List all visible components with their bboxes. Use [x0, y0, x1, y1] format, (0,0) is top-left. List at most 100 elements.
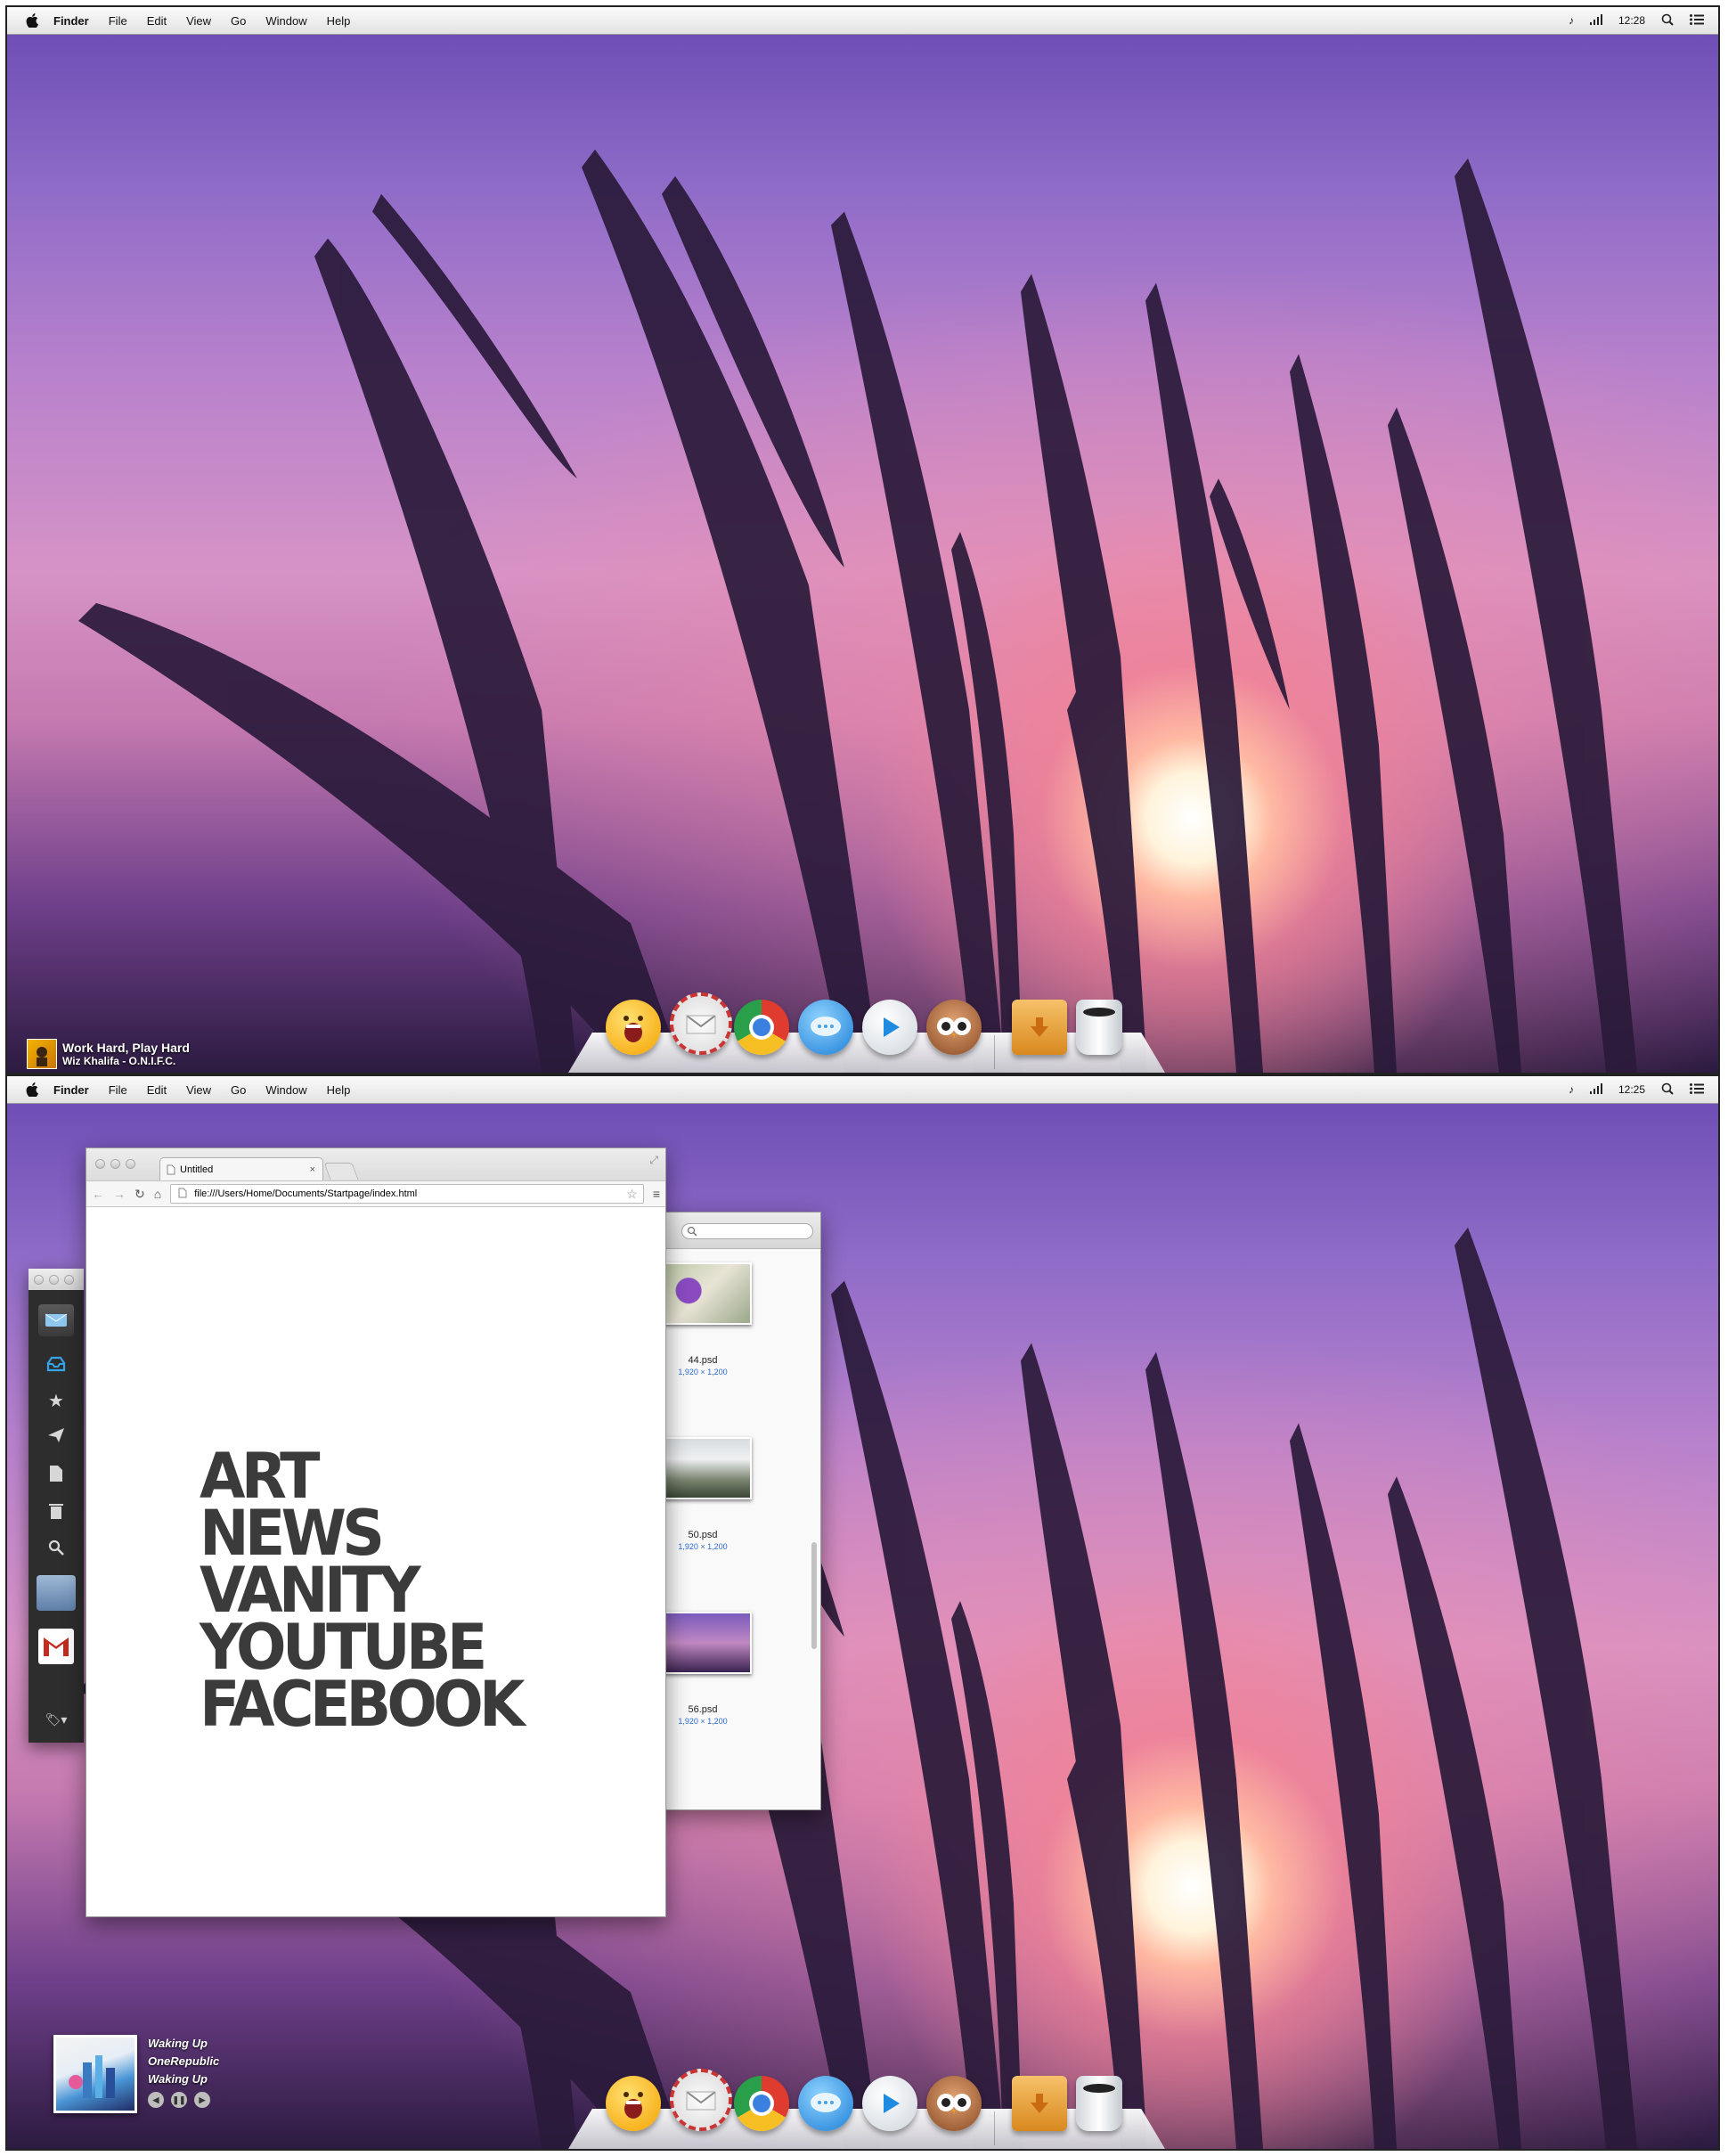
mail-titlebar: [29, 1269, 84, 1290]
apple-logo-icon[interactable]: [25, 1082, 39, 1098]
menu-hamburger-icon[interactable]: ≡: [653, 1187, 660, 1201]
chrome-icon[interactable]: [734, 1000, 789, 1055]
menu-window[interactable]: Window: [265, 1083, 306, 1097]
menu-app-name[interactable]: Finder: [53, 1083, 89, 1097]
menu-go[interactable]: Go: [231, 14, 246, 28]
messages-icon[interactable]: [798, 2076, 853, 2131]
mail-stamp-icon[interactable]: [670, 2069, 732, 2131]
album-art: [27, 1039, 57, 1069]
now-playing-album: Waking Up: [148, 2072, 208, 2086]
menu-extras: ♪ 12:28: [1569, 13, 1718, 29]
address-bar-url: file:///Users/Home/Documents/Startpage/i…: [194, 1188, 418, 1199]
page-icon: [167, 1164, 175, 1175]
page-icon: [178, 1188, 187, 1198]
browser-tab-strip: Untitled × ⤢: [86, 1148, 665, 1181]
notification-center-icon[interactable]: [1690, 13, 1704, 28]
search-icon: [687, 1226, 697, 1237]
apple-logo-icon[interactable]: [25, 12, 39, 29]
chrome-icon[interactable]: [734, 2076, 789, 2131]
trash-can-icon[interactable]: [1076, 1000, 1122, 1055]
menu-help[interactable]: Help: [327, 1083, 351, 1097]
file-thumbnail: [654, 1262, 752, 1325]
starred-icon[interactable]: ★: [29, 1390, 84, 1412]
search-icon[interactable]: [29, 1539, 84, 1561]
menu-file[interactable]: File: [109, 1083, 127, 1097]
signal-bars-icon[interactable]: [1589, 13, 1602, 28]
playback-controls: ◀ ❚❚ ▶: [148, 2092, 219, 2108]
window-controls[interactable]: [34, 1274, 74, 1285]
browser-tab[interactable]: Untitled ×: [159, 1157, 323, 1180]
forward-arrow-icon[interactable]: →: [113, 1187, 126, 1201]
browser-toolbar: ← → ↻ ⌂ file:///Users/Home/Documents/Sta…: [86, 1181, 665, 1207]
dock-separator: [994, 2111, 995, 2145]
yelling-smiley-icon[interactable]: [606, 2076, 661, 2131]
fullscreen-icon[interactable]: ⤢: [649, 1154, 658, 1167]
sent-icon[interactable]: [29, 1427, 84, 1449]
close-tab-icon[interactable]: ×: [310, 1164, 315, 1175]
trash-icon[interactable]: [29, 1502, 84, 1525]
downloads-box-icon[interactable]: [1012, 2076, 1067, 2131]
menu-extras: ♪ 12:25: [1569, 1082, 1718, 1098]
next-track-icon[interactable]: ▶: [194, 2092, 210, 2108]
quicktime-play-icon[interactable]: [862, 1000, 917, 1055]
now-playing-track: Waking Up: [148, 2037, 208, 2050]
bookmark-star-icon[interactable]: ☆: [626, 1187, 638, 1202]
now-playing-widget: Work Hard, Play Hard Wiz Khalifa - O.N.I…: [27, 1039, 190, 1069]
startpage-link-facebook[interactable]: FACEBOOK: [200, 1673, 526, 1735]
desktop-screen-top: Finder File Edit View Go Window Help ♪ 1…: [5, 5, 1720, 1074]
notification-center-icon[interactable]: [1690, 1082, 1704, 1097]
gmail-account-icon[interactable]: [29, 1629, 84, 1664]
address-bar[interactable]: file:///Users/Home/Documents/Startpage/i…: [170, 1184, 644, 1204]
mail-account-icon[interactable]: [29, 1304, 84, 1336]
yelling-smiley-icon[interactable]: [606, 1000, 661, 1055]
cloud-account-icon[interactable]: [29, 1575, 84, 1611]
window-controls[interactable]: [95, 1159, 135, 1169]
menu-view[interactable]: View: [186, 1083, 211, 1097]
menu-file[interactable]: File: [109, 14, 127, 28]
drafts-icon[interactable]: [29, 1465, 84, 1488]
mail-stamp-icon[interactable]: [670, 992, 732, 1055]
back-arrow-icon[interactable]: ←: [92, 1187, 104, 1201]
downloads-box-icon[interactable]: [1012, 1000, 1067, 1055]
quicktime-play-icon[interactable]: [862, 2076, 917, 2131]
spotlight-search-icon[interactable]: [1661, 13, 1674, 29]
now-playing-widget: Waking Up OneRepublic Waking Up ◀ ❚❚ ▶: [53, 2035, 219, 2113]
pause-icon[interactable]: ❚❚: [171, 2092, 187, 2108]
finder-scrollbar[interactable]: [811, 1542, 817, 1649]
spotlight-search-icon[interactable]: [1661, 1082, 1674, 1098]
home-icon[interactable]: ⌂: [154, 1187, 161, 1201]
menu-go[interactable]: Go: [231, 1083, 246, 1097]
wallpaper: [7, 34, 1718, 1073]
menu-clock[interactable]: 12:25: [1618, 1083, 1645, 1096]
dock: [568, 992, 1165, 1073]
album-art: [53, 2035, 137, 2113]
trash-can-icon[interactable]: [1076, 2076, 1122, 2131]
now-playing-artist: OneRepublic: [148, 2054, 220, 2068]
new-tab-button[interactable]: [323, 1163, 359, 1180]
signal-bars-icon[interactable]: [1589, 1082, 1602, 1097]
menu-bar: Finder File Edit View Go Window Help ♪ 1…: [7, 1076, 1718, 1104]
inbox-icon[interactable]: [29, 1356, 84, 1377]
music-note-icon[interactable]: ♪: [1569, 14, 1574, 27]
browser-content: ART NEWS VANITY YOUTUBE FACEBOOK: [86, 1207, 665, 1911]
menu-app-name[interactable]: Finder: [53, 14, 89, 28]
now-playing-artist: Wiz Khalifa - O.N.I.F.C.: [62, 1055, 176, 1067]
browser-window[interactable]: Untitled × ⤢ ← → ↻ ⌂ file:///Users/Home/…: [86, 1147, 666, 1917]
menu-window[interactable]: Window: [265, 14, 306, 28]
menu-edit[interactable]: Edit: [147, 14, 167, 28]
finder-search-field[interactable]: [681, 1223, 813, 1239]
music-note-icon[interactable]: ♪: [1569, 1083, 1574, 1096]
owl-icon[interactable]: [926, 1000, 982, 1055]
file-thumbnail: [654, 1612, 752, 1674]
menu-view[interactable]: View: [186, 14, 211, 28]
menu-edit[interactable]: Edit: [147, 1083, 167, 1097]
messages-icon[interactable]: [798, 1000, 853, 1055]
reload-icon[interactable]: ↻: [134, 1187, 145, 1202]
tag-menu-icon[interactable]: 🏷▾: [29, 1712, 84, 1727]
previous-track-icon[interactable]: ◀: [148, 2092, 164, 2108]
dock-separator: [994, 1035, 995, 1069]
mail-sidebar-window[interactable]: ★ 🏷▾: [29, 1269, 84, 1743]
owl-icon[interactable]: [926, 2076, 982, 2131]
menu-help[interactable]: Help: [327, 14, 351, 28]
menu-clock[interactable]: 12:28: [1618, 14, 1645, 27]
